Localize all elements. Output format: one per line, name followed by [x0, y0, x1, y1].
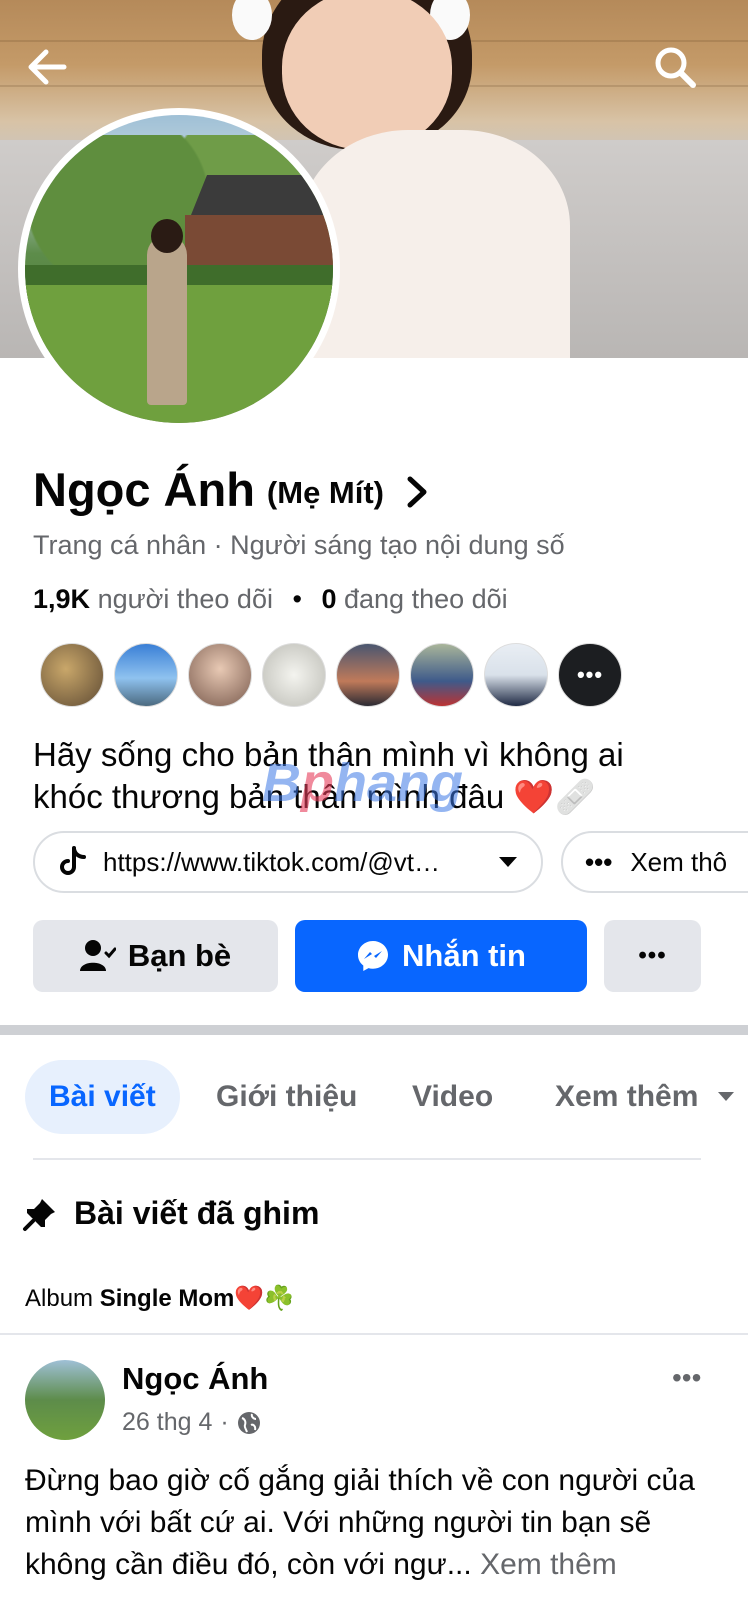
friend-avatar[interactable] [410, 643, 474, 707]
tab-more-label: Xem thêm [555, 1080, 699, 1113]
tiktok-link[interactable]: https://www.tiktok.com/@vt… [33, 831, 543, 893]
stats-separator: • [292, 584, 302, 614]
following-count[interactable]: 0 [321, 584, 336, 614]
friends-avatar-list: ••• [40, 643, 632, 707]
watermark-logo: Bphang [262, 753, 463, 813]
pin-icon [23, 1198, 55, 1231]
tab-posts[interactable]: Bài viết [25, 1060, 180, 1134]
post-meta-separator: · [220, 1408, 229, 1436]
album-prefix: Album [25, 1285, 94, 1312]
tabs-divider [33, 1158, 701, 1160]
message-button-label: Nhắn tin [402, 938, 526, 973]
back-button[interactable] [22, 42, 72, 92]
profile-avatar-ring [18, 108, 340, 430]
message-button[interactable]: Nhắn tin [295, 920, 587, 992]
profile-nickname: (Mẹ Mít) [266, 474, 385, 510]
profile-name: Ngọc Ánh [33, 463, 255, 516]
caret-down-icon [718, 1092, 735, 1101]
tiktok-icon [60, 846, 86, 875]
more-dots-icon: ••• [638, 942, 667, 969]
tab-more[interactable]: Xem thêm [555, 1060, 736, 1134]
more-dots-icon: ••• [585, 846, 613, 877]
album-name: Single Mom❤️☘️ [99, 1285, 295, 1312]
section-divider [0, 1025, 748, 1035]
tiktok-link-text: https://www.tiktok.com/@vt… [103, 846, 441, 877]
avatar-building [185, 215, 333, 265]
avatar-person [147, 235, 187, 405]
friends-button-label: Bạn bè [127, 938, 232, 973]
friend-avatar[interactable] [114, 643, 178, 707]
messenger-icon [358, 941, 388, 971]
profile-avatar[interactable] [25, 115, 333, 423]
tab-about[interactable]: Giới thiệu [216, 1060, 357, 1134]
see-more-link[interactable]: Xem thêm [480, 1548, 617, 1581]
following-label[interactable]: đang theo dõi [344, 584, 508, 614]
post-date[interactable]: 26 thg 4 [122, 1408, 212, 1437]
tab-video[interactable]: Video [412, 1060, 493, 1134]
friend-avatar[interactable] [336, 643, 400, 707]
friends-more-button[interactable]: ••• [558, 643, 622, 707]
profile-stats: 1,9K người theo dõi • 0 đang theo dõi [33, 584, 508, 615]
more-info-label: Xem thô [630, 846, 728, 877]
profile-tabs: Bài viết Giới thiệu Video Xem thêm [0, 1060, 748, 1134]
friend-avatar[interactable] [262, 643, 326, 707]
cover-child-dress [300, 130, 570, 358]
chevron-right-icon [407, 476, 427, 507]
pinned-title: Bài viết đã ghim [74, 1195, 320, 1231]
pinned-posts-header: Bài viết đã ghim [22, 1195, 319, 1232]
profile-subtitle: Trang cá nhân · Người sáng tạo nội dung … [33, 530, 565, 560]
pinned-album-label[interactable]: Album Single Mom❤️☘️ [25, 1284, 294, 1313]
search-button[interactable] [650, 42, 700, 92]
profile-more-button[interactable]: ••• [604, 920, 701, 992]
followers-label[interactable]: người theo dõi [98, 584, 273, 614]
friend-avatar[interactable] [188, 643, 252, 707]
post-meta: 26 thg 4 · [122, 1408, 261, 1437]
post-options-button[interactable]: ••• [672, 1362, 701, 1394]
cover-child-face [282, 0, 452, 150]
post-author-name[interactable]: Ngọc Ánh [122, 1361, 268, 1397]
friends-button[interactable]: Bạn bè [33, 920, 278, 992]
profile-name-row[interactable]: Ngọc Ánh (Mẹ Mít) [33, 462, 430, 517]
friend-avatar[interactable] [484, 643, 548, 707]
post-author-avatar[interactable] [25, 1360, 105, 1440]
globe-icon [237, 1411, 260, 1434]
friend-check-icon [79, 940, 116, 971]
post-divider [0, 1333, 748, 1335]
post-text: Đừng bao giờ cố gắng giải thích về con n… [25, 1460, 725, 1586]
avatar-person-head [151, 219, 183, 253]
friend-avatar[interactable] [40, 643, 104, 707]
followers-count[interactable]: 1,9K [33, 584, 90, 614]
caret-down-icon [499, 857, 517, 867]
search-icon [655, 47, 696, 88]
arrow-left-icon [28, 49, 67, 85]
more-info-button[interactable]: ••• Xem thô [561, 831, 748, 893]
